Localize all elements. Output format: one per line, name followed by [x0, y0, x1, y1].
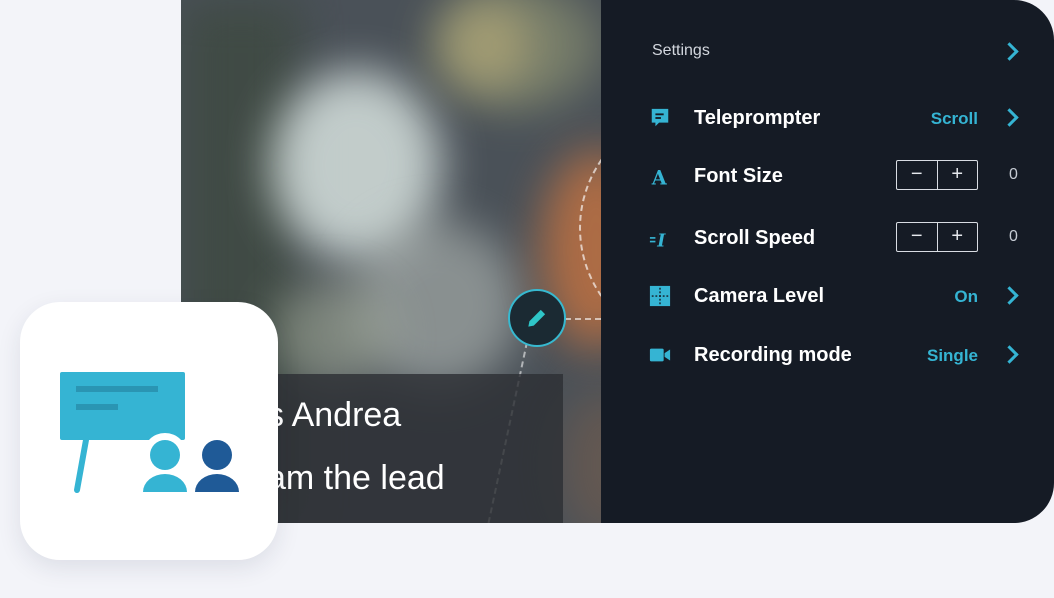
setting-label: Camera Level: [694, 285, 825, 307]
increase-button[interactable]: +: [938, 223, 978, 251]
setting-row-recording-mode[interactable]: Recording mode Single: [601, 335, 1054, 375]
svg-text:I: I: [656, 231, 666, 249]
video-camera-icon: [649, 348, 671, 362]
camera-level-icon: [649, 285, 671, 307]
script-line: s Andrea: [267, 396, 402, 434]
settings-title: Settings: [652, 42, 710, 59]
scroll-speed-stepper[interactable]: − +: [896, 222, 978, 252]
settings-panel: Settings Teleprompter Scroll A Font Size…: [601, 0, 1054, 523]
teleprompter-icon: [651, 108, 669, 127]
setting-row-camera-level[interactable]: Camera Level On: [601, 276, 1054, 316]
setting-label: Font Size: [694, 165, 783, 187]
decrease-button[interactable]: −: [897, 161, 938, 189]
increase-button[interactable]: +: [938, 161, 978, 189]
teleprompter-app-card: s Andrea am the lead Settings Teleprompt…: [181, 0, 1054, 523]
edit-script-button[interactable]: [508, 289, 566, 347]
font-size-stepper[interactable]: − +: [896, 160, 978, 190]
pencil-icon: [528, 309, 546, 327]
scroll-speed-icon: I: [649, 231, 666, 249]
setting-label: Scroll Speed: [694, 227, 816, 249]
setting-value: On: [954, 287, 978, 306]
svg-text:A: A: [651, 166, 668, 187]
setting-value: Scroll: [930, 109, 978, 128]
setting-label: Teleprompter: [694, 107, 821, 129]
scroll-speed-value: 0: [1009, 228, 1018, 245]
chevron-right-icon: [1000, 108, 1019, 127]
guide-line: [565, 318, 601, 320]
setting-row-teleprompter[interactable]: Teleprompter Scroll: [601, 98, 1054, 138]
setting-row-scroll-speed: I Scroll Speed − + 0: [601, 218, 1054, 258]
font-size-value: 0: [1009, 166, 1018, 183]
setting-label: Recording mode: [694, 344, 852, 366]
chevron-right-icon: [1000, 345, 1019, 364]
presentation-team-icon: [60, 372, 239, 493]
chevron-right-icon: [1000, 286, 1019, 305]
font-size-icon: A: [651, 166, 668, 187]
app-icon-tile: [20, 302, 278, 560]
chevron-right-icon[interactable]: [1000, 42, 1019, 61]
setting-row-font-size: A Font Size − + 0: [601, 156, 1054, 196]
decrease-button[interactable]: −: [897, 223, 938, 251]
setting-value: Single: [926, 346, 978, 365]
script-line: am the lead: [267, 459, 445, 497]
